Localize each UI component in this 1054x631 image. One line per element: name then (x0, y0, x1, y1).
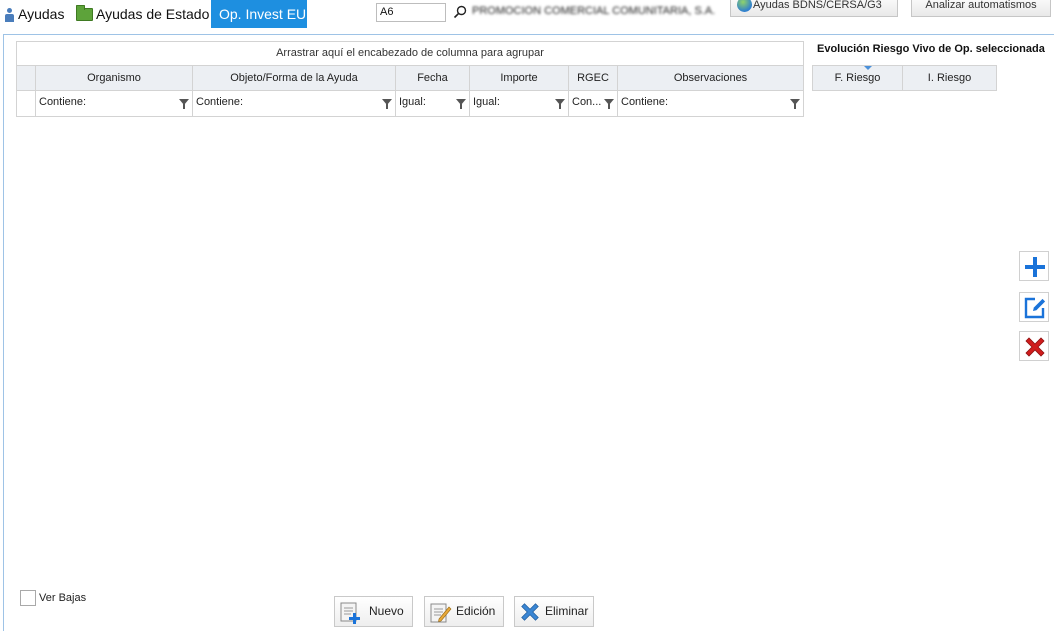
eliminar-label: Eliminar (545, 604, 589, 618)
analizar-automatismos-button[interactable]: Analizar automatismos (911, 0, 1051, 17)
tab-ayudas-de-estado[interactable]: Ayudas de Estado (76, 0, 209, 28)
filter-observaciones[interactable]: Contiene: (618, 91, 803, 116)
column-header-observaciones[interactable]: Observaciones (618, 66, 803, 91)
filter-organismo-operator: Contiene: (39, 96, 87, 108)
edicion-button[interactable]: Edición (424, 596, 504, 627)
filter-icon[interactable] (555, 99, 565, 109)
new-document-icon (340, 602, 360, 624)
filter-icon[interactable] (604, 99, 614, 109)
filter-importe[interactable]: Igual: (470, 91, 569, 116)
delete-x-icon (1025, 337, 1045, 357)
column-header-fecha[interactable]: Fecha (396, 66, 470, 91)
column-header-organismo[interactable]: Organismo (36, 66, 193, 91)
filter-icon[interactable] (790, 99, 800, 109)
grid-filter-row: Contiene: Contiene: Igual: Igual: Con...… (17, 91, 803, 116)
filter-objeto[interactable]: Contiene: (193, 91, 396, 116)
aid-grid: Organismo Objeto/Forma de la Ayuda Fecha… (16, 65, 804, 117)
nuevo-label: Nuevo (369, 604, 404, 618)
ver-bajas-label: Ver Bajas (39, 592, 87, 604)
sort-indicator-icon (864, 66, 872, 70)
tab-bar: Ayudas Ayudas de Estado Op. Invest EU A6… (0, 0, 1054, 28)
filter-rgec-operator: Con... (572, 96, 602, 108)
filter-rgec[interactable]: Con... (569, 91, 618, 116)
edicion-label: Edición (456, 604, 496, 618)
person-icon (4, 8, 15, 23)
group-by-panel[interactable]: Arrastrar aquí el encabezado de columna … (16, 41, 804, 65)
filter-objeto-operator: Contiene: (196, 96, 244, 108)
filter-importe-operator: Igual: (473, 96, 500, 108)
filter-icon[interactable] (179, 99, 189, 109)
column-header-f-riesgo-label: F. Riesgo (834, 72, 881, 84)
column-header-i-riesgo[interactable]: I. Riesgo (903, 66, 996, 90)
grid-header-row: Organismo Objeto/Forma de la Ayuda Fecha… (17, 66, 803, 91)
column-header-f-riesgo[interactable]: F. Riesgo (813, 66, 903, 90)
tab-op-invest-eu-label: Op. Invest EU (219, 6, 307, 22)
tab-ayudas-label: Ayudas (18, 6, 65, 22)
column-header-objeto[interactable]: Objeto/Forma de la Ayuda (193, 66, 396, 91)
evolucion-grid: F. Riesgo I. Riesgo (812, 65, 997, 91)
ver-bajas-checkbox[interactable] (20, 590, 36, 606)
plus-icon (1025, 257, 1045, 277)
row-indicator-filter (17, 91, 36, 116)
evolucion-title: Evolución Riesgo Vivo de Op. seleccionad… (817, 43, 1045, 55)
row-indicator-header (17, 66, 36, 91)
filter-observaciones-operator: Contiene: (621, 96, 669, 108)
globe-icon (737, 0, 752, 12)
folder-icon (76, 4, 93, 21)
filter-fecha[interactable]: Igual: (396, 91, 470, 116)
eliminar-button[interactable]: Eliminar (514, 596, 594, 627)
ayudas-bdns-label: Ayudas BDNS/CERSA/G3 (753, 0, 882, 11)
ayudas-bdns-button[interactable]: Ayudas BDNS/CERSA/G3 (730, 0, 898, 17)
column-header-rgec[interactable]: RGEC (569, 66, 618, 91)
tab-op-invest-eu[interactable]: Op. Invest EU (211, 0, 307, 28)
company-name: PROMOCION COMERCIAL COMUNITARIA, S.A. (472, 5, 716, 17)
column-header-importe[interactable]: Importe (470, 66, 569, 91)
edit-risk-button[interactable] (1019, 292, 1049, 322)
filter-icon[interactable] (456, 99, 466, 109)
search-icon[interactable] (453, 5, 467, 19)
tab-ayudas[interactable]: Ayudas (4, 0, 64, 28)
delete-risk-button[interactable] (1019, 331, 1049, 361)
tab-ayudas-de-estado-label: Ayudas de Estado (96, 6, 210, 22)
delete-icon (521, 603, 539, 621)
edit-icon (1024, 297, 1046, 319)
edit-document-icon (430, 603, 452, 623)
filter-organismo[interactable]: Contiene: (36, 91, 193, 116)
nuevo-button[interactable]: Nuevo (334, 596, 413, 627)
add-risk-button[interactable] (1019, 251, 1049, 281)
code-input[interactable]: A6 (376, 3, 446, 22)
main-panel (3, 34, 1054, 631)
filter-icon[interactable] (382, 99, 392, 109)
filter-fecha-operator: Igual: (399, 96, 426, 108)
